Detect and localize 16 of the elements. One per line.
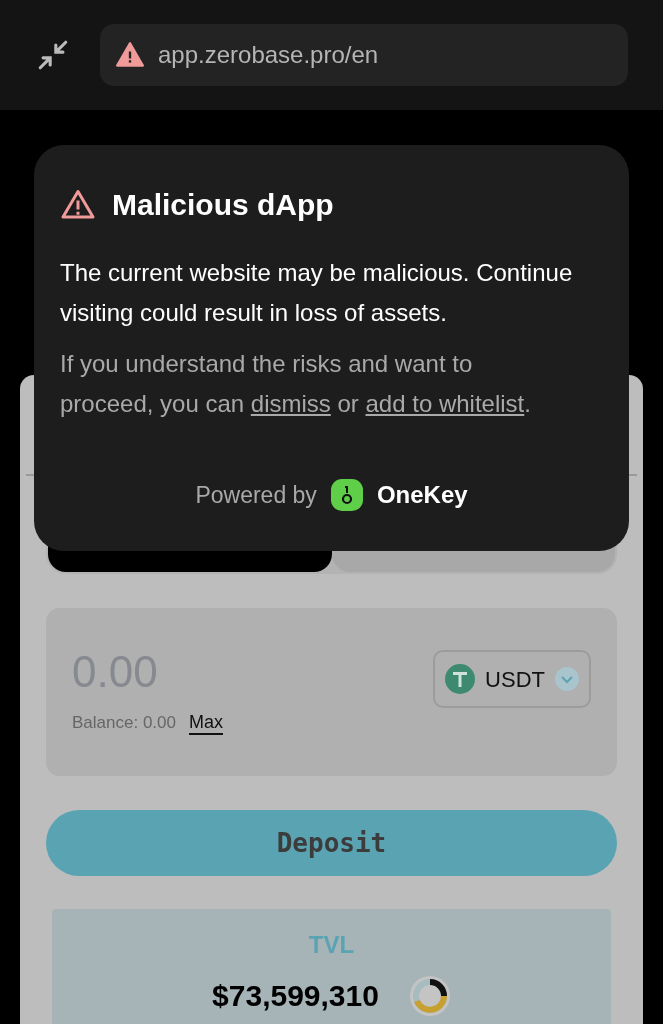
token-label: USDT xyxy=(485,665,545,694)
tvl-label: TVL xyxy=(308,930,355,960)
token-selector[interactable]: USDT xyxy=(433,650,591,708)
max-button[interactable]: Max xyxy=(188,710,223,735)
risk-hint: If you understand the risks and want to proceed, you can dismiss or add to whitelist. xyxy=(60,349,532,419)
warning-message: The current website may be malicious. Continue visiting could result in loss of assets. xyxy=(60,258,574,328)
powered-by-text: Powered by xyxy=(195,480,317,510)
address-bar[interactable]: app.zerobase.pro/en xyxy=(100,24,628,86)
tvl-value: $73,599,310 xyxy=(212,978,379,1014)
popup-title: Malicious dApp xyxy=(112,187,334,223)
brand-name: OneKey xyxy=(376,480,468,510)
balance-text: Balance: 0.00 xyxy=(72,712,176,734)
whitelist-link[interactable]: add to whitelist xyxy=(365,390,525,417)
dismiss-link[interactable]: dismiss xyxy=(250,390,331,417)
url-text: app.zerobase.pro/en xyxy=(158,40,379,70)
deposit-button[interactable]: Deposit xyxy=(46,810,617,876)
